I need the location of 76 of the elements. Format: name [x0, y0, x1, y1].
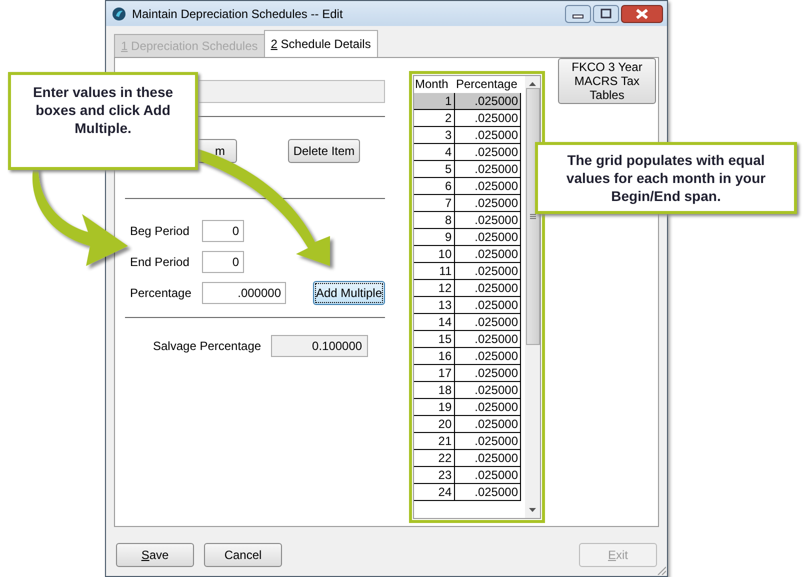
table-cell: .025000 [454, 450, 521, 466]
table-cell: 7 [414, 195, 455, 211]
table-cell: .025000 [454, 246, 521, 262]
table-cell: .025000 [454, 195, 521, 211]
table-cell: 13 [414, 297, 455, 313]
table-cell: 22 [414, 450, 455, 466]
callout-box: Enter values in these boxes and click Add Multiple. [8, 72, 198, 170]
window-title: Maintain Depreciation Schedules -- Edit [132, 6, 344, 20]
input-field[interactable]: 0 [202, 220, 244, 242]
table-cell: 3 [414, 127, 455, 143]
table-cell: .025000 [454, 416, 521, 432]
table-cell: .025000 [454, 178, 521, 194]
table-cell: .025000 [454, 484, 521, 500]
delete-item-button[interactable]: Delete Item [288, 139, 360, 163]
table-cell: 8 [414, 212, 455, 228]
table-cell: 9 [414, 229, 455, 245]
table-cell: 11 [414, 263, 455, 279]
table-cell: 2 [414, 110, 455, 126]
table-cell: .025000 [454, 433, 521, 449]
add-multiple-button[interactable]: Add Multiple [313, 280, 385, 304]
close-button[interactable] [621, 5, 663, 23]
table-cell: .025000 [454, 399, 521, 415]
table-cell: .025000 [454, 229, 521, 245]
field-label: Beg Period [130, 224, 190, 238]
table-cell: 24 [414, 484, 455, 500]
table-cell: .025000 [454, 331, 521, 347]
table-cell: .025000 [454, 212, 521, 228]
table-cell: 15 [414, 331, 455, 347]
table-cell: 20 [414, 416, 455, 432]
scroll-up-icon[interactable] [529, 82, 536, 86]
field-label: Percentage [130, 286, 192, 300]
table-cell: .025000 [454, 110, 521, 126]
scrollbar[interactable] [525, 76, 540, 518]
grip-icon [530, 214, 536, 219]
input-field[interactable]: 0 [202, 250, 244, 272]
table-cell: 14 [414, 314, 455, 330]
table-cell: 19 [414, 399, 455, 415]
table-cell: 1 [414, 93, 455, 109]
table-cell: 17 [414, 365, 455, 381]
table-cell: .025000 [454, 280, 521, 296]
input-field[interactable]: .000000 [202, 282, 286, 304]
table-cell: 16 [414, 348, 455, 364]
table-cell: .025000 [454, 263, 521, 279]
scroll-thumb[interactable] [526, 88, 540, 345]
table-cell: 12 [414, 280, 455, 296]
tab[interactable]: 2 Schedule Details [264, 30, 378, 57]
table-cell: .025000 [454, 297, 521, 313]
callout-box: The grid populates with equal values for each month in your Begin/End span. [535, 142, 797, 214]
maximize-button[interactable] [593, 5, 619, 23]
table-cell: .025000 [454, 348, 521, 364]
table-cell: 18 [414, 382, 455, 398]
tax-tables-button[interactable]: FKCO 3 Year MACRS Tax Tables [558, 58, 656, 104]
table-cell: .025000 [454, 467, 521, 483]
table-cell: .025000 [454, 144, 521, 160]
table-cell: .025000 [454, 93, 521, 109]
table-cell: 23 [414, 467, 455, 483]
scroll-down-icon[interactable] [529, 508, 536, 512]
resize-grip-icon[interactable] [657, 566, 666, 575]
table-cell: 10 [414, 246, 455, 262]
field-label: End Period [130, 254, 190, 268]
text-field[interactable] [199, 80, 385, 103]
table-cell: .025000 [454, 314, 521, 330]
dialog-button[interactable]: Cancel [204, 543, 282, 567]
field-label: Salvage Percentage [153, 339, 262, 353]
input-field[interactable]: 0.100000 [271, 335, 368, 357]
table-cell: .025000 [454, 365, 521, 381]
app-icon [112, 6, 126, 20]
dialog-button[interactable]: Save [116, 543, 194, 567]
table-cell: .025000 [454, 382, 521, 398]
table-cell: 6 [414, 178, 455, 194]
table-cell: .025000 [454, 161, 521, 177]
table-cell: 5 [414, 161, 455, 177]
table-cell: 4 [414, 144, 455, 160]
table-cell: 21 [414, 433, 455, 449]
minimize-button[interactable] [565, 5, 591, 23]
table-cell: .025000 [454, 127, 521, 143]
